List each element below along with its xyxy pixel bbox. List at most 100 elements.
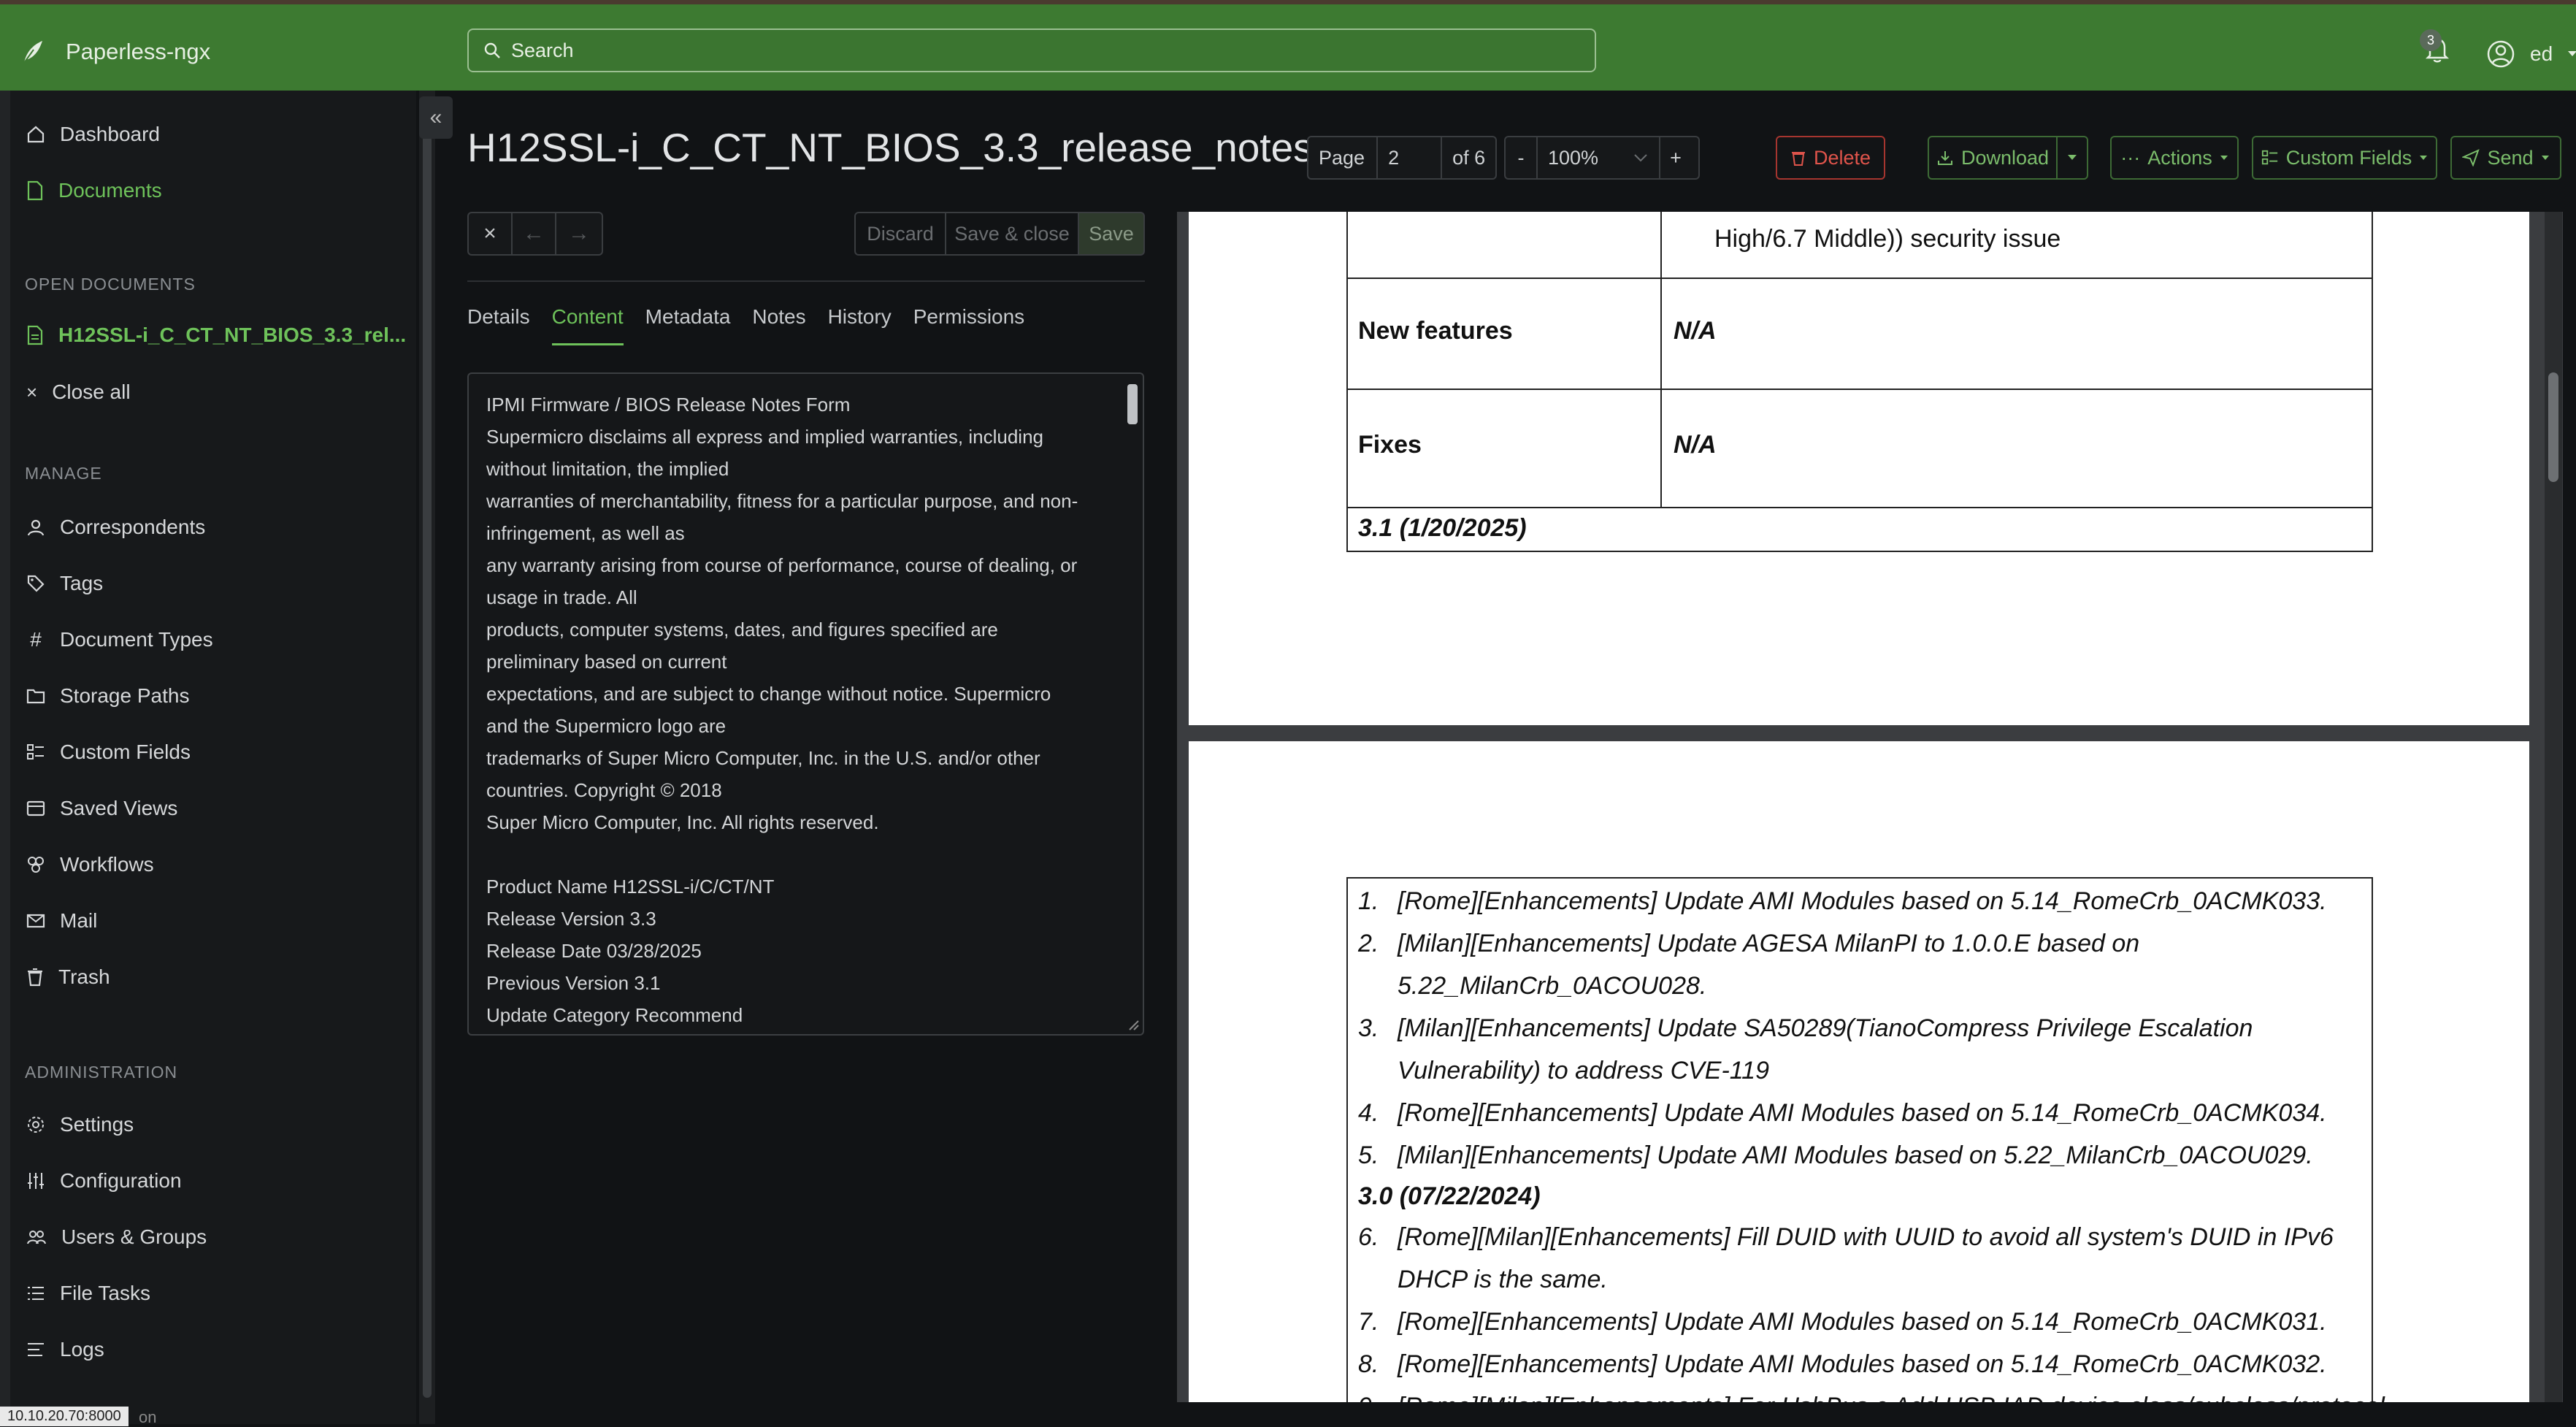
pdf-list-item: 3.: [1358, 1014, 1379, 1043]
content-text[interactable]: IPMI Firmware / BIOS Release Notes Form …: [486, 389, 1107, 1031]
pdf-viewer-scrollbar[interactable]: [2545, 212, 2562, 1402]
content-scrollbar[interactable]: [1126, 378, 1141, 1028]
text-left-icon: [28, 1343, 44, 1356]
pdf-list-item: [Milan][Enhancements] Update AGESA Milan…: [1398, 930, 2139, 958]
sidebar-item-mail[interactable]: Mail: [26, 909, 97, 933]
user-menu[interactable]: ed: [2486, 39, 2576, 69]
sidebar-scrollbar[interactable]: [419, 91, 435, 1424]
tab-metadata[interactable]: Metadata: [645, 305, 731, 345]
pdf-list-item: [Rome][Milan][Enhancements] Fill DUID wi…: [1398, 1223, 2334, 1252]
window-icon: [26, 800, 45, 816]
sidebar-item-workflows[interactable]: Workflows: [26, 853, 154, 876]
save-close-button[interactable]: Save & close: [945, 212, 1079, 256]
sidebar-item-label: Document Types: [60, 628, 213, 651]
caret-down-icon: [2068, 155, 2077, 160]
custom-fields-button[interactable]: Custom Fields: [2252, 136, 2437, 180]
app-name: Paperless-ngx: [66, 39, 211, 64]
send-button[interactable]: Send: [2450, 136, 2561, 180]
sidebar-item-configuration[interactable]: Configuration: [26, 1169, 182, 1193]
sidebar-item-label: Settings: [60, 1113, 134, 1136]
hash-icon: #: [30, 628, 42, 651]
sidebar-item-saved-views[interactable]: Saved Views: [26, 797, 177, 820]
zoom-select[interactable]: 100%: [1538, 147, 1633, 169]
pdf-text: 1.: [1358, 887, 1379, 915]
content-textarea[interactable]: IPMI Firmware / BIOS Release Notes Form …: [467, 372, 1144, 1036]
sidebar-item-custom-fields[interactable]: Custom Fields: [26, 741, 191, 764]
pdf-text: [Rome][Milan][Enhancements] For UsbBus.c…: [1398, 1393, 2385, 1402]
pdf-text: [Rome][Enhancements] Update AMI Modules …: [1398, 1350, 2327, 1378]
pdf-list-item: 1.: [1358, 887, 1379, 916]
sidebar-item-dashboard[interactable]: Dashboard: [26, 123, 160, 146]
previous-document-button[interactable]: ←: [511, 212, 556, 256]
download-dropdown-toggle[interactable]: [2056, 136, 2088, 180]
pdf-viewer[interactable]: High/6.7 Middle)) security issue New fea…: [1177, 212, 2563, 1402]
sidebar-item-tags[interactable]: Tags: [26, 572, 103, 595]
save-button[interactable]: Save: [1078, 212, 1145, 256]
sidebar-item-users-groups[interactable]: Users & Groups: [26, 1225, 207, 1249]
pdf-list-item: 2.: [1358, 930, 1379, 958]
sidebar-item-settings[interactable]: Settings: [26, 1113, 134, 1136]
tab-notes[interactable]: Notes: [752, 305, 805, 345]
delete-button[interactable]: Delete: [1776, 136, 1885, 180]
tab-content[interactable]: Content: [551, 305, 624, 345]
sidebar-item-correspondents[interactable]: Correspondents: [26, 516, 205, 539]
zoom-in-button[interactable]: +: [1659, 137, 1691, 178]
pdf-list-item: [Milan][Enhancements] Update AMI Modules…: [1398, 1141, 2313, 1170]
pdf-text: Vulnerability) to address CVE-119: [1398, 1057, 1770, 1084]
sidebar-item-documents[interactable]: Documents: [26, 179, 162, 202]
section-header-open-documents: OPEN DOCUMENTS: [25, 275, 196, 294]
pdf-page-1: High/6.7 Middle)) security issue New fea…: [1189, 212, 2529, 725]
page-number-input[interactable]: 2: [1376, 137, 1443, 178]
tab-permissions[interactable]: Permissions: [913, 305, 1024, 345]
close-all-button[interactable]: × Close all: [26, 380, 131, 404]
sidebar-item-label: Configuration: [60, 1169, 182, 1192]
house-icon: [27, 126, 45, 143]
pdf-list-item: 8.: [1358, 1350, 1379, 1379]
search-box[interactable]: [467, 28, 1596, 72]
pdf-text: [Milan][Enhancements] Update AMI Modules…: [1398, 1141, 2313, 1169]
pdf-text: 5.: [1358, 1141, 1379, 1169]
sidebar-item-document-types[interactable]: # Document Types: [26, 628, 213, 651]
scrollbar-thumb[interactable]: [1127, 384, 1138, 424]
pdf-text: 5.22_MilanCrb_0ACOU028.: [1398, 972, 1707, 1000]
search-input[interactable]: [511, 39, 1533, 62]
notifications-button[interactable]: 3: [2420, 29, 2450, 64]
person-icon: [27, 519, 45, 536]
envelope-icon: [26, 914, 45, 928]
sidebar-item-label: Tags: [60, 572, 104, 594]
notification-count: 3: [2420, 29, 2442, 51]
actions-button[interactable]: ··· Actions: [2110, 136, 2239, 180]
pdf-list-item: [Rome][Milan][Enhancements] For UsbBus.c…: [1398, 1393, 2385, 1402]
pdf-text: New features: [1358, 317, 1513, 345]
pdf-text: N/A: [1674, 317, 1717, 345]
sidebar-item-open-document[interactable]: H12SSL-i_C_CT_NT_BIOS_3.3_rel...: [26, 324, 406, 347]
scrollbar-thumb[interactable]: [2548, 372, 2558, 482]
app-brand[interactable]: Paperless-ngx: [22, 34, 210, 70]
sidebar-edge: [0, 91, 10, 1424]
arrow-left-icon: ←: [523, 221, 545, 245]
scrollbar-thumb[interactable]: [423, 98, 432, 1398]
page-count: of 6: [1452, 146, 1486, 169]
pdf-list-item: 4.: [1358, 1099, 1379, 1128]
sidebar-item-file-tasks[interactable]: File Tasks: [26, 1282, 150, 1305]
caret-down-icon: [2220, 155, 2228, 160]
discard-button[interactable]: Discard: [854, 212, 946, 256]
zoom-out-button[interactable]: -: [1506, 137, 1538, 178]
close-document-button[interactable]: ×: [467, 212, 513, 256]
actions-label: Actions: [2147, 146, 2212, 169]
file-text-icon: [27, 325, 43, 345]
sidebar-item-storage-paths[interactable]: Storage Paths: [26, 684, 189, 708]
sidebar-item-label: Documents: [58, 179, 162, 202]
user-circle-icon: [2487, 40, 2515, 68]
next-document-button[interactable]: →: [555, 212, 603, 256]
tab-details[interactable]: Details: [467, 305, 530, 345]
sidebar-item-logs[interactable]: Logs: [26, 1338, 104, 1361]
search-icon: [484, 42, 500, 58]
pdf-text: DHCP is the same.: [1398, 1266, 1608, 1293]
download-button[interactable]: Download: [1928, 136, 2058, 180]
sidebar-item-trash[interactable]: Trash: [26, 965, 110, 989]
resize-handle-icon[interactable]: [1125, 1017, 1140, 1031]
collapse-sidebar-button[interactable]: «: [419, 96, 453, 139]
tab-history[interactable]: History: [828, 305, 892, 345]
pdf-page-2: 1. [Rome][Enhancements] Update AMI Modul…: [1189, 741, 2529, 1402]
